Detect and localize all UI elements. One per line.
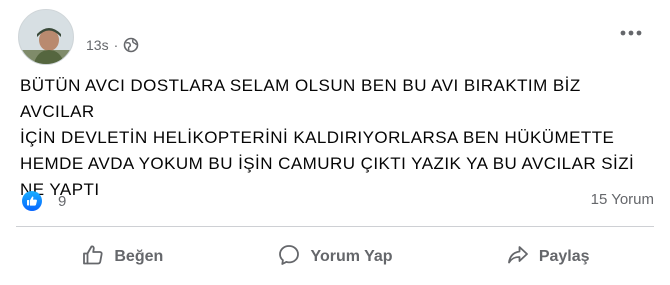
- divider: [16, 226, 654, 227]
- meta-separator: ·: [113, 37, 119, 53]
- thumbs-up-icon: [81, 243, 105, 272]
- post-meta: 13s ·: [86, 35, 139, 55]
- comment-count[interactable]: 15 Yorum: [591, 191, 654, 208]
- share-button-label: Paylaş: [538, 248, 590, 265]
- more-options-icon: [620, 23, 642, 41]
- like-button[interactable]: Beğen: [16, 235, 229, 279]
- globe-icon[interactable]: [123, 37, 139, 53]
- share-button[interactable]: Paylaş: [441, 235, 654, 279]
- reactions-summary[interactable]: 9: [22, 190, 66, 212]
- action-bar: Beğen Yorum Yap Paylaş: [16, 235, 654, 279]
- more-options-button[interactable]: [616, 20, 646, 44]
- reaction-count: 9: [58, 192, 67, 210]
- avatar[interactable]: [18, 9, 74, 65]
- like-reaction-icon: [22, 191, 42, 211]
- share-arrow-icon: [506, 243, 530, 272]
- like-button-label: Beğen: [114, 248, 164, 265]
- comment-button[interactable]: Yorum Yap: [229, 235, 442, 279]
- comment-bubble-icon: [277, 243, 301, 272]
- post-text: BÜTÜN AVCI DOSTLARA SELAM OLSUN BEN BU A…: [20, 76, 635, 199]
- post-timestamp[interactable]: 13s: [86, 37, 109, 53]
- feed-post: 13s · BÜTÜN AVCI DOSTLARA SELAM OLSUN BE…: [0, 0, 670, 285]
- comment-button-label: Yorum Yap: [310, 248, 393, 265]
